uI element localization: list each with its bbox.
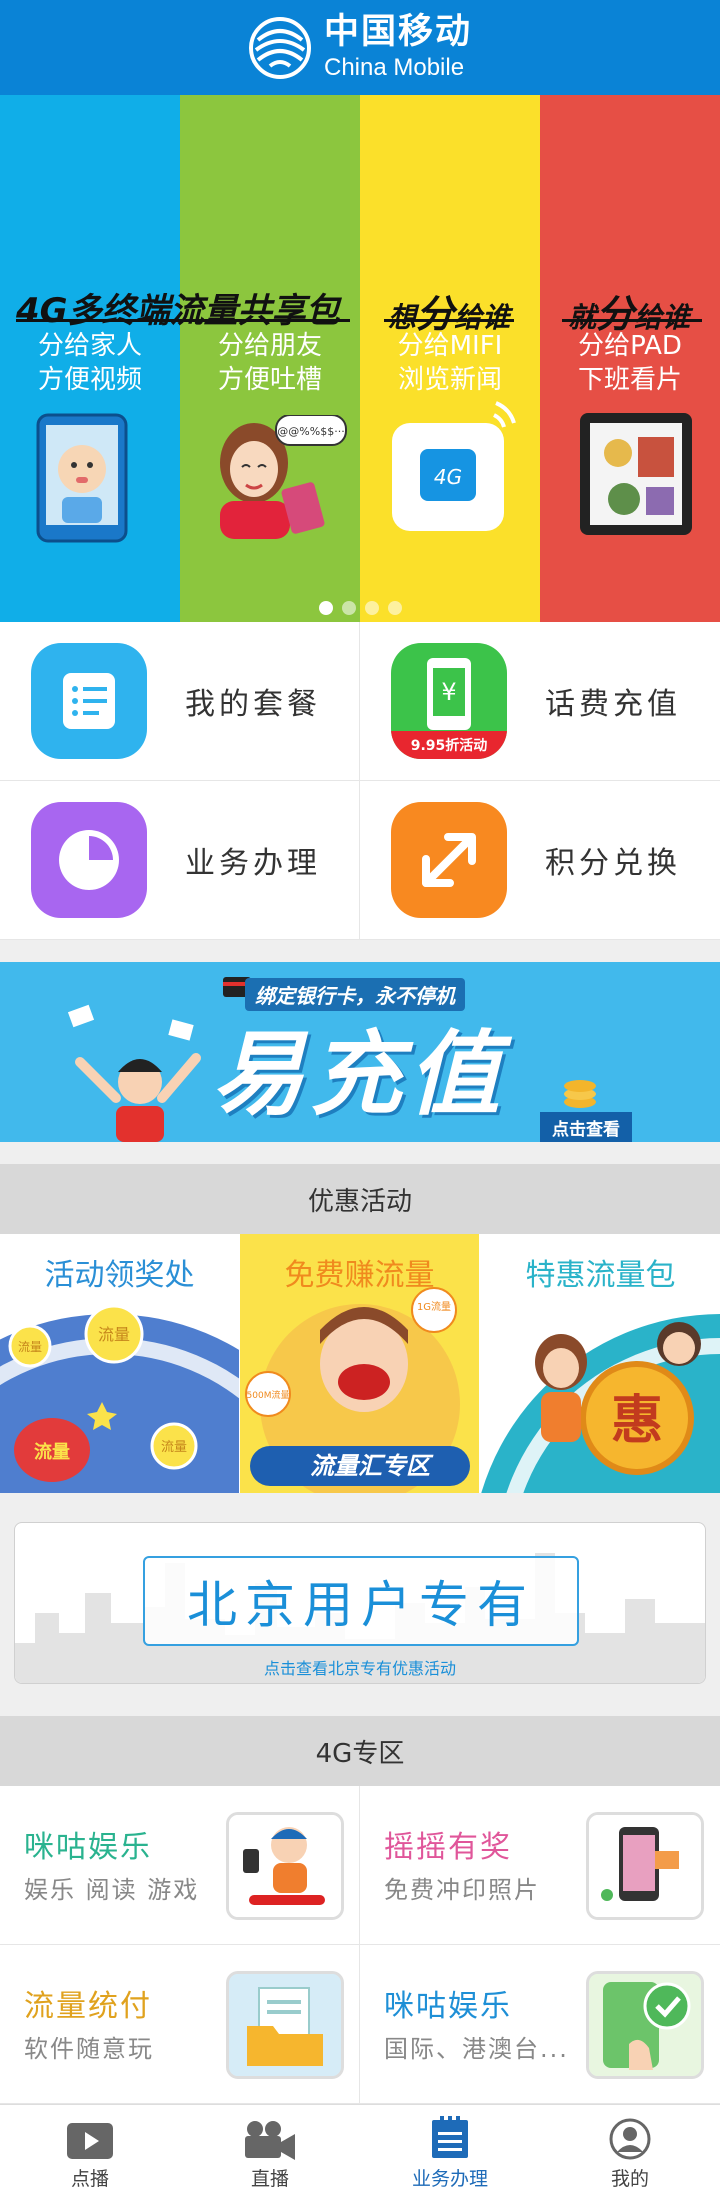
tab-label: 点播: [70, 2168, 109, 2190]
promo-title: 易充值: [212, 1021, 507, 1128]
zone-item-title: 咪咕娱乐: [24, 1830, 152, 1865]
svg-text:@@%%$$···: @@%%$$···: [277, 425, 344, 438]
carousel-dot[interactable]: [318, 601, 333, 615]
tab-label: 我的: [610, 2168, 649, 2190]
document-icon: [432, 2116, 468, 2158]
brand-text: 中国移动 China Mobile: [324, 15, 472, 80]
service-label: 我的套餐: [185, 687, 321, 722]
zone-item-subtitle: 国际、港澳台...: [384, 2035, 569, 2063]
tablet-illustration: [580, 413, 692, 535]
banner-headline: 4G多终端流量共享包: [16, 291, 340, 331]
svg-text:流量: 流量: [161, 1440, 187, 1455]
service-label: 积分兑换: [545, 846, 681, 881]
zone-item-subtitle: 娱乐 阅读 游戏: [24, 1876, 200, 1904]
services-grid: 我的套餐 ¥ 9.95折活动 话费充值 业务办理 积分兑换: [0, 622, 720, 940]
banner-underline-pad: [562, 319, 702, 322]
svg-text:1G流量: 1G流量: [417, 1300, 451, 1313]
woman-phone-illustration: @@%%$$···: [220, 415, 347, 539]
section-header-activities: 优惠活动: [0, 1164, 720, 1234]
pie-chart-icon: [31, 802, 147, 918]
banner-caption-mifi: 分给MIFI 浏览新闻: [397, 331, 503, 395]
tab-label: 业务办理: [411, 2168, 488, 2190]
svg-text:4G: 4G: [434, 465, 462, 489]
tab-live[interactable]: 直播: [180, 2105, 360, 2199]
carousel-dot[interactable]: [364, 601, 379, 615]
service-my-plan[interactable]: 我的套餐: [0, 622, 360, 781]
tab-business[interactable]: 业务办理: [360, 2105, 540, 2199]
carousel-dot[interactable]: [341, 601, 356, 615]
brand-name-en: China Mobile: [323, 54, 465, 81]
coins-icon: [564, 1080, 596, 1108]
banner-underline-mifi: [384, 319, 514, 322]
folder-document-icon: [226, 1971, 344, 2079]
svg-text:500M流量: 500M流量: [247, 1389, 290, 1401]
banner-caption-pad: 分给PAD 下班看片: [577, 331, 682, 395]
china-mobile-logo-icon: [248, 16, 311, 79]
activity-earn-data[interactable]: 免费赚流量 1G流量 500M流量 流量汇专区: [240, 1234, 479, 1493]
zone-item-subtitle: 免费冲印照片: [384, 1876, 540, 1904]
svg-text:流量: 流量: [98, 1325, 130, 1344]
service-business[interactable]: 业务办理: [0, 781, 360, 940]
discount-badge: 9.95折活动: [391, 731, 507, 759]
service-label: 话费充值: [545, 687, 681, 722]
tab-mine[interactable]: 我的: [540, 2105, 720, 2199]
carousel-dot[interactable]: [387, 601, 402, 615]
hand-check-icon: [586, 1971, 704, 2079]
carousel-pagination: [0, 601, 720, 615]
zone-item-subtitle: 软件随意玩: [24, 2035, 154, 2063]
easy-recharge-banner[interactable]: 绑定银行卡，永不停机 易充值 点击查看: [0, 962, 720, 1142]
svg-text:¥: ¥: [441, 678, 456, 706]
svg-text:惠: 惠: [611, 1391, 663, 1451]
tab-label: 直播: [250, 2168, 289, 2190]
man-cheering-illustration: [67, 1004, 201, 1142]
brand-name-cn: 中国移动: [323, 12, 472, 52]
phone-yuan-icon: ¥ 9.95折活动: [391, 643, 507, 759]
beijing-title: 北京用户专有: [143, 1556, 579, 1646]
banner-carousel[interactable]: 4G多终端流量共享包 想分给谁 就分给谁 分给家人 方便视频 分给朋友 方便吐槽 分…: [0, 95, 720, 622]
banner-headline-underline: [16, 319, 350, 322]
service-points[interactable]: 积分兑换: [360, 781, 720, 940]
activity-title: 活动领奖处: [44, 1258, 195, 1293]
video-camera-icon: [245, 2121, 295, 2160]
service-label: 业务办理: [185, 846, 321, 881]
zone-item-title: 咪咕娱乐: [384, 1989, 512, 2024]
exchange-arrows-icon: [391, 802, 507, 918]
user-icon: [609, 2118, 651, 2160]
zone-item-data-pay[interactable]: 流量统付 软件随意玩: [0, 1945, 360, 2104]
activity-title: 特惠流量包: [525, 1258, 676, 1293]
zone-item-title: 摇摇有奖: [384, 1830, 512, 1865]
mifi-router-illustration: 4G: [392, 401, 516, 531]
zone-item-migu-video[interactable]: 咪咕娱乐 国际、港澳台...: [360, 1945, 720, 2104]
bottom-tab-bar: 点播 直播 业务办理 我的: [0, 2104, 720, 2199]
phone-photo-icon: [586, 1812, 704, 1920]
activities-row: 活动领奖处 流量 流量 流量 流量 免费赚流量 1G流量 500M流量 流量汇专…: [0, 1234, 720, 1493]
beijing-exclusive-card[interactable]: 北京用户专有 点击查看北京专有优惠活动: [14, 1522, 706, 1684]
banner-caption-family: 分给家人 方便视频: [37, 331, 142, 395]
activity-special-pack[interactable]: 特惠流量包 惠: [481, 1234, 720, 1493]
section-header-4g: 4G专区: [0, 1716, 720, 1786]
phone-baby-illustration: [36, 413, 128, 543]
svg-text:流量汇专区: 流量汇专区: [310, 1452, 434, 1480]
banner-caption-friends: 分给朋友 方便吐槽: [217, 331, 322, 395]
4g-zone-grid: 咪咕娱乐 娱乐 阅读 游戏 摇摇有奖 免费冲印照片 流量统付 软件随意玩 咪咕娱…: [0, 1786, 720, 2104]
play-icon: [67, 2123, 113, 2159]
app-header: 中国移动 China Mobile: [0, 0, 720, 95]
promo-view-button[interactable]: 点击查看: [540, 1112, 632, 1142]
svg-text:流量: 流量: [18, 1340, 42, 1354]
zone-item-shake-prize[interactable]: 摇摇有奖 免费冲印照片: [360, 1786, 720, 1945]
zone-item-title: 流量统付: [24, 1989, 152, 2024]
tab-vod[interactable]: 点播: [0, 2105, 180, 2199]
list-icon: [31, 643, 147, 759]
svg-text:流量: 流量: [34, 1441, 70, 1463]
zone-item-migu-fun[interactable]: 咪咕娱乐 娱乐 阅读 游戏: [0, 1786, 360, 1945]
activity-prize[interactable]: 活动领奖处 流量 流量 流量 流量: [0, 1234, 239, 1493]
beijing-link[interactable]: 点击查看北京专有优惠活动: [15, 1655, 705, 1679]
service-topup[interactable]: ¥ 9.95折活动 话费充值: [360, 622, 720, 781]
skateboard-kid-icon: [226, 1812, 344, 1920]
activity-title: 免费赚流量: [284, 1258, 435, 1293]
